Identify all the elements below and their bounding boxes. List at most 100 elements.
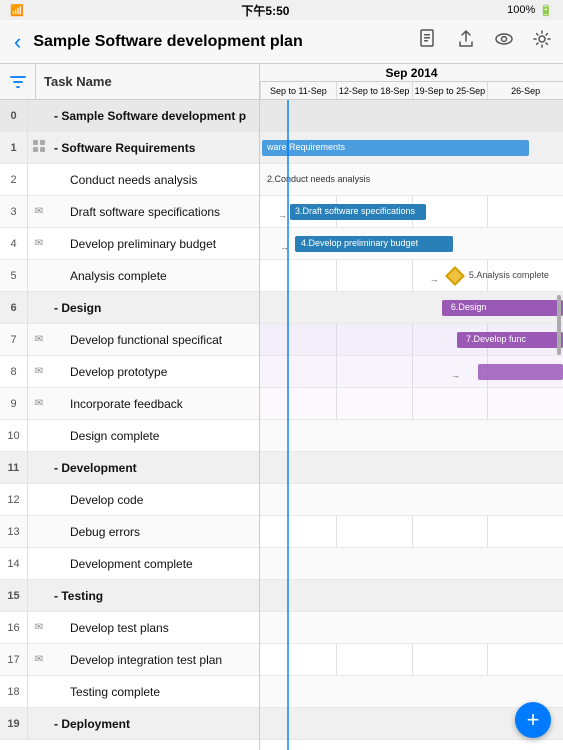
task-row[interactable]: 19 - Deployment	[0, 708, 259, 740]
row-id: 19	[0, 708, 28, 739]
row-name: Develop integration test plan	[50, 653, 253, 667]
gantt-bar-requirements	[262, 140, 529, 156]
row-id: 6	[0, 292, 28, 323]
row-name: - Development	[50, 461, 253, 475]
row-id: 12	[0, 484, 28, 515]
task-row[interactable]: 12 Develop code	[0, 484, 259, 516]
gantt-bar-budget	[295, 236, 453, 252]
row-icon: ✉	[28, 398, 50, 409]
gantt-header: Sep 2014 Sep to 11-Sep 12-Sep to 18-Sep …	[260, 64, 563, 99]
gantt-week-4: 26-Sep	[487, 82, 563, 99]
row-name: Conduct needs analysis	[50, 173, 253, 187]
task-row[interactable]: 14 Development complete	[0, 548, 259, 580]
scroll-handle[interactable]	[557, 295, 561, 355]
gantt-week-1: Sep to 11-Sep	[260, 82, 336, 99]
row-id: 14	[0, 548, 28, 579]
battery-percent: 100%	[507, 4, 535, 16]
row-name: - Deployment	[50, 717, 253, 731]
task-row[interactable]: 10 Design complete	[0, 420, 259, 452]
eye-icon[interactable]	[493, 28, 515, 55]
task-row[interactable]: 6 - Design	[0, 292, 259, 324]
task-row[interactable]: 17 ✉ Develop integration test plan	[0, 644, 259, 676]
row-icon: ✉	[28, 238, 50, 249]
row-id: 17	[0, 644, 28, 675]
title-bar-icons	[417, 28, 553, 55]
row-id: 3	[0, 196, 28, 227]
task-row[interactable]: 16 ✉ Develop test plans	[0, 612, 259, 644]
gantt-row-3: → 3.Draft software specifications	[260, 196, 563, 228]
row-name: Development complete	[50, 557, 253, 571]
task-row[interactable]: 18 Testing complete	[0, 676, 259, 708]
gantt-chart[interactable]: + ware Requirements 2.Conduct needs anal…	[260, 100, 563, 750]
document-icon[interactable]	[417, 28, 439, 55]
gear-icon[interactable]	[531, 28, 553, 55]
row-id: 5	[0, 260, 28, 291]
status-left: 📶	[10, 4, 24, 17]
row-name: Testing complete	[50, 685, 253, 699]
row-name: Develop prototype	[50, 365, 253, 379]
gantt-row-5: → 5.Analysis complete	[260, 260, 563, 292]
row-name: - Sample Software development p	[50, 109, 253, 123]
task-row[interactable]: 15 - Testing	[0, 580, 259, 612]
row-icon: ✉	[28, 334, 50, 345]
task-row[interactable]: 4 ✉ Develop preliminary budget	[0, 228, 259, 260]
gantt-bar-funcspec	[457, 332, 563, 348]
gantt-row-2: 2.Conduct needs analysis	[260, 164, 563, 196]
row-id: 1	[0, 132, 28, 163]
page-title: Sample Software development plan	[33, 33, 409, 51]
gantt-row-15	[260, 580, 563, 612]
task-row[interactable]: 9 ✉ Incorporate feedback	[0, 388, 259, 420]
task-row[interactable]: 3 ✉ Draft software specifications	[0, 196, 259, 228]
gantt-month-label: Sep 2014	[260, 64, 563, 82]
main-content: Task Name Sep 2014 Sep to 11-Sep 12-Sep …	[0, 64, 563, 750]
row-name: - Software Requirements	[50, 141, 253, 155]
row-id: 16	[0, 612, 28, 643]
row-id: 11	[0, 452, 28, 483]
gantt-week-2: 12-Sep to 18-Sep	[336, 82, 412, 99]
content-area: 0 - Sample Software development p 1 - So…	[0, 100, 563, 750]
battery-icon: 🔋	[539, 4, 553, 17]
task-row[interactable]: 2 Conduct needs analysis	[0, 164, 259, 196]
row-icon: ✉	[28, 622, 50, 633]
filter-button[interactable]	[0, 64, 36, 99]
share-icon[interactable]	[455, 28, 477, 55]
row-id: 0	[0, 100, 28, 131]
task-row[interactable]: 11 - Development	[0, 452, 259, 484]
gantt-rows: ware Requirements 2.Conduct needs analys…	[260, 100, 563, 740]
gantt-milestone-analysis	[445, 266, 465, 286]
title-bar: ‹ Sample Software development plan	[0, 20, 563, 64]
task-row[interactable]: 13 Debug errors	[0, 516, 259, 548]
row-id: 15	[0, 580, 28, 611]
row-name: Debug errors	[50, 525, 253, 539]
task-row[interactable]: 7 ✉ Develop functional specificat	[0, 324, 259, 356]
row-icon: ✉	[28, 366, 50, 377]
row-name: - Testing	[50, 589, 253, 603]
row-id: 9	[0, 388, 28, 419]
row-id: 13	[0, 516, 28, 547]
gantt-row2-label: 2.Conduct needs analysis	[264, 174, 373, 184]
gantt-row-17	[260, 644, 563, 676]
task-row[interactable]: 0 - Sample Software development p	[0, 100, 259, 132]
row-name: Design complete	[50, 429, 253, 443]
gantt-row-9	[260, 388, 563, 420]
row-id: 8	[0, 356, 28, 387]
task-row[interactable]: 1 - Software Requirements	[0, 132, 259, 164]
fab-button[interactable]: +	[515, 702, 551, 738]
row-name: Analysis complete	[50, 269, 253, 283]
gantt-week-3: 19-Sep to 25-Sep	[412, 82, 488, 99]
status-time: 下午5:50	[241, 2, 289, 19]
row-name: Develop preliminary budget	[50, 237, 253, 251]
task-row[interactable]: 5 Analysis complete	[0, 260, 259, 292]
row-id: 18	[0, 676, 28, 707]
gantt-row-8: →	[260, 356, 563, 388]
row-id: 10	[0, 420, 28, 451]
row-name: Incorporate feedback	[50, 397, 253, 411]
row-id: 2	[0, 164, 28, 195]
row-icon: ✉	[28, 206, 50, 217]
gantt-milestone-analysis-label: 5.Analysis complete	[466, 270, 552, 280]
back-button[interactable]: ‹	[10, 29, 25, 55]
task-row[interactable]: 8 ✉ Develop prototype	[0, 356, 259, 388]
row-name: Develop test plans	[50, 621, 253, 635]
wifi-icon: 📶	[10, 4, 24, 17]
row-id: 7	[0, 324, 28, 355]
